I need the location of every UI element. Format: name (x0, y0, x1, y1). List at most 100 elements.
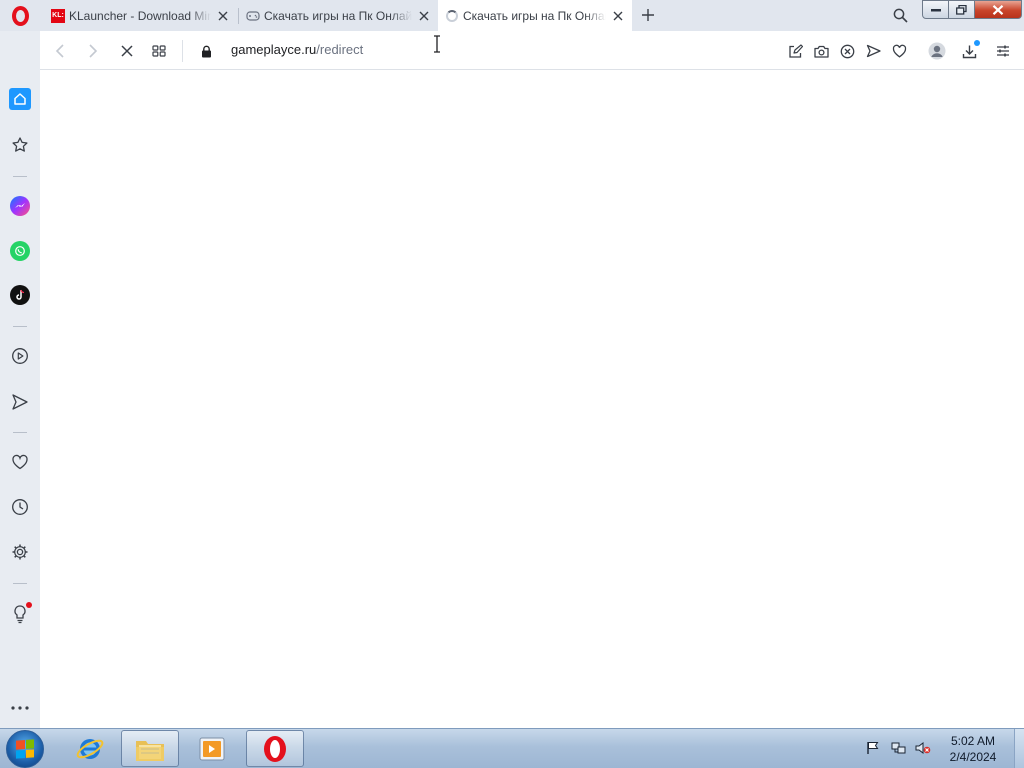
sidebar-history[interactable] (8, 495, 32, 519)
windows-taskbar: 5:02 AM 2/4/2024 (0, 728, 1024, 768)
opera-menu-button[interactable] (8, 4, 32, 28)
system-clock[interactable]: 5:02 AM 2/4/2024 (940, 733, 1006, 765)
window-minimize-button[interactable] (922, 0, 949, 19)
close-icon (121, 45, 133, 57)
sidebar-bookmarks[interactable] (8, 133, 32, 157)
taskbar-opera[interactable] (246, 730, 304, 767)
action-center-flag-icon[interactable] (864, 737, 882, 759)
gear-icon (12, 544, 28, 560)
forward-button[interactable] (82, 40, 104, 62)
site-security-button[interactable] (195, 40, 217, 62)
block-icon (840, 44, 854, 58)
easy-setup-menu-button[interactable] (992, 40, 1014, 62)
gamepad-icon (246, 9, 260, 23)
url-domain: gameplayce.ru (231, 42, 317, 57)
sidebar-separator (13, 176, 27, 177)
snapshot-button[interactable] (810, 40, 832, 62)
volume-muted-icon[interactable] (914, 737, 932, 759)
network-icon[interactable] (890, 737, 908, 759)
tab-title: KLauncher - Download Minecraft (69, 8, 211, 23)
download-badge-dot (974, 40, 980, 46)
show-desktop-button[interactable] (1014, 729, 1024, 768)
window-close-button[interactable] (974, 0, 1022, 19)
taskbar-media-player[interactable] (183, 730, 241, 767)
sidebar-settings[interactable] (8, 540, 32, 564)
back-button[interactable] (49, 40, 71, 62)
download-icon (962, 45, 976, 58)
home-icon (14, 93, 26, 105)
address-bar-url[interactable]: gameplayce.ru/redirect (231, 42, 363, 57)
adblock-button[interactable] (836, 40, 858, 62)
close-icon (992, 4, 1004, 15)
lock-icon (201, 45, 211, 57)
downloads-button[interactable] (958, 40, 980, 62)
screen: KL: KLauncher - Download Minecraft Скача… (0, 0, 1024, 768)
star-icon (12, 137, 28, 152)
whatsapp-icon (10, 241, 30, 261)
sidebar-separator (13, 326, 27, 327)
tab-strip: KL: KLauncher - Download Minecraft Скача… (0, 0, 1024, 31)
folder-icon (136, 740, 164, 761)
camera-icon (813, 45, 829, 58)
settings-sliders-icon (997, 45, 1009, 57)
sidebar-whatsapp[interactable] (8, 239, 32, 263)
play-circle-icon (12, 348, 28, 364)
heart-icon (892, 44, 906, 58)
edit-share-icon (788, 43, 803, 58)
internet-explorer-icon (76, 738, 104, 759)
opera-logo-icon (264, 735, 286, 762)
sidebar-tips[interactable] (8, 602, 32, 626)
text-cursor-icon (434, 35, 440, 53)
sidebar-favorites[interactable] (8, 450, 32, 474)
klauncher-icon: KL: (51, 8, 65, 23)
tab-close-icon[interactable] (610, 8, 626, 24)
tab-search-button[interactable] (890, 5, 910, 25)
sidebar-separator (13, 432, 27, 433)
tab-games-2-active[interactable]: Скачать игры на Пк Онлайн (438, 0, 632, 31)
tab-close-icon[interactable] (215, 8, 231, 24)
clock-time: 5:02 AM (950, 734, 996, 748)
windows-logo-icon (16, 739, 34, 759)
tiktok-icon (10, 285, 30, 305)
clock-date: 2/4/2024 (949, 750, 997, 764)
tab-klauncher[interactable]: KL: KLauncher - Download Minecraft (44, 0, 237, 31)
chevron-right-icon (89, 44, 98, 58)
start-button[interactable] (6, 730, 44, 768)
window-restore-button[interactable] (948, 0, 975, 19)
new-tab-button[interactable] (638, 5, 658, 25)
sidebar-player[interactable] (8, 344, 32, 368)
stop-loading-button[interactable] (116, 40, 138, 62)
easy-setup-button[interactable] (784, 40, 806, 62)
grid-icon (152, 45, 166, 57)
sidebar-more[interactable] (8, 696, 32, 720)
browser-toolbar: gameplayce.ru/redirect (40, 31, 1024, 70)
sidebar-messenger[interactable] (8, 194, 32, 218)
restore-icon (956, 4, 967, 15)
heart-icon (12, 454, 28, 470)
more-dots-icon (11, 706, 29, 710)
taskbar-internet-explorer[interactable] (61, 730, 119, 767)
tab-overview-button[interactable] (148, 40, 170, 62)
user-avatar-icon (928, 42, 946, 60)
account-button[interactable] (926, 40, 948, 62)
tab-games-1[interactable]: Скачать игры на Пк Онлайн (239, 0, 438, 31)
send-icon (866, 44, 881, 58)
taskbar-windows-explorer[interactable] (121, 730, 179, 767)
toolbar-divider (182, 40, 183, 62)
web-page-content[interactable] (40, 70, 1024, 728)
tab-close-icon[interactable] (416, 8, 432, 24)
url-path: /redirect (316, 42, 364, 57)
sidebar-separator (13, 583, 27, 584)
notification-dot (26, 602, 32, 608)
sidebar-tiktok[interactable] (8, 283, 32, 307)
sidebar-home[interactable] (8, 87, 32, 111)
send-to-flow-button[interactable] (862, 40, 884, 62)
sidebar-send[interactable] (8, 390, 32, 414)
messenger-icon (10, 196, 30, 216)
search-icon (893, 8, 908, 23)
chevron-left-icon (55, 44, 64, 58)
tab-title: Скачать игры на Пк Онлайн (264, 8, 412, 23)
clock-icon (12, 499, 28, 515)
loading-spinner-icon (445, 9, 459, 23)
bookmark-page-button[interactable] (888, 40, 910, 62)
